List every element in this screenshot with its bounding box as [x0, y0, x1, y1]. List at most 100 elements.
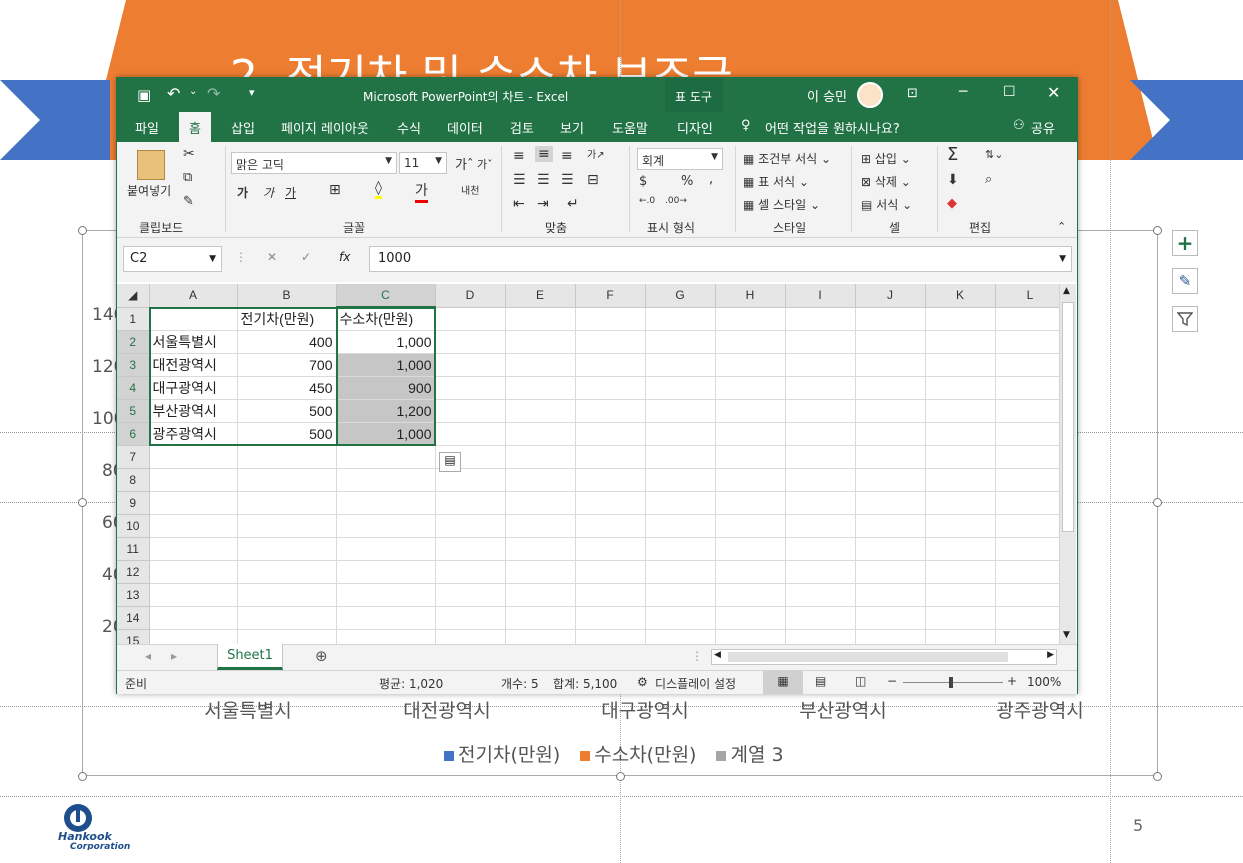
- column-header[interactable]: C: [336, 284, 436, 308]
- zoom-in-icon[interactable]: +: [1007, 674, 1017, 688]
- column-header[interactable]: H: [715, 284, 786, 308]
- cell[interactable]: [237, 445, 337, 469]
- delete-cells-button[interactable]: ⊠ 삭제 ⌄: [861, 173, 911, 190]
- cell[interactable]: [645, 560, 716, 584]
- tab-view[interactable]: 보기: [560, 118, 584, 137]
- comma-icon[interactable]: ,: [709, 172, 713, 187]
- cell[interactable]: [435, 514, 506, 538]
- excel-window[interactable]: ▣ ↶ ⌄ ↷ ▾ Microsoft PowerPoint의 차트 - Exc…: [116, 77, 1078, 694]
- cell[interactable]: [505, 330, 576, 354]
- user-name[interactable]: 이 승민: [807, 86, 847, 105]
- cell[interactable]: [505, 307, 576, 331]
- accounting-icon[interactable]: $: [639, 174, 647, 189]
- borders-icon[interactable]: ⊞: [329, 182, 341, 198]
- conditional-format-button[interactable]: ▦ 조건부 서식 ⌄: [743, 150, 831, 167]
- status-sum[interactable]: 합계: 5,100: [553, 675, 617, 692]
- redo-icon[interactable]: ↷: [207, 84, 220, 103]
- paste-icon[interactable]: [137, 150, 165, 180]
- cell[interactable]: 부산광역시: [149, 399, 238, 423]
- undo-dropdown-icon[interactable]: ⌄: [189, 86, 197, 97]
- row-header[interactable]: 3: [117, 353, 150, 377]
- cell[interactable]: 대전광역시: [149, 353, 238, 377]
- cell[interactable]: [575, 468, 646, 492]
- cell[interactable]: 400: [237, 330, 337, 354]
- column-header[interactable]: L: [995, 284, 1066, 308]
- row-header[interactable]: 5: [117, 399, 150, 423]
- cell[interactable]: [785, 353, 856, 377]
- column-header[interactable]: I: [785, 284, 856, 308]
- cell[interactable]: [435, 353, 506, 377]
- scroll-up-icon[interactable]: ▲: [1063, 286, 1070, 296]
- page-break-view-icon[interactable]: ◫: [855, 674, 866, 688]
- cell[interactable]: [925, 537, 996, 561]
- cell[interactable]: 전기차(만원): [237, 307, 337, 331]
- tab-formulas[interactable]: 수식: [397, 118, 421, 137]
- chart-legend[interactable]: 전기차(만원) 수소차(만원) 계열 3: [444, 740, 784, 767]
- cell[interactable]: [149, 468, 238, 492]
- cell[interactable]: [435, 560, 506, 584]
- cell[interactable]: [925, 583, 996, 607]
- cell[interactable]: [855, 399, 926, 423]
- cell[interactable]: [645, 468, 716, 492]
- font-size-select[interactable]: 11 ▼: [399, 152, 447, 174]
- cell[interactable]: [645, 330, 716, 354]
- wrap-text-icon[interactable]: ↵: [567, 196, 579, 212]
- cell[interactable]: [505, 445, 576, 469]
- ribbon-display-icon[interactable]: ⊡: [907, 86, 918, 101]
- align-top-icon[interactable]: ≡: [513, 148, 525, 164]
- tab-file[interactable]: 파일: [135, 118, 159, 137]
- cell[interactable]: [995, 353, 1066, 377]
- status-count[interactable]: 개수: 5: [501, 675, 539, 692]
- column-header[interactable]: D: [435, 284, 506, 308]
- minimize-button[interactable]: ─: [959, 84, 967, 100]
- tab-help[interactable]: 도움말: [612, 118, 648, 137]
- zoom-slider-thumb[interactable]: [949, 677, 953, 688]
- clear-icon[interactable]: ◆: [947, 196, 957, 211]
- cell[interactable]: [855, 445, 926, 469]
- percent-icon[interactable]: %: [681, 174, 693, 189]
- cell[interactable]: [336, 583, 436, 607]
- cell[interactable]: 광주광역시: [149, 422, 238, 446]
- cell[interactable]: [855, 629, 926, 644]
- enter-icon[interactable]: ✓: [301, 250, 311, 264]
- insert-function-icon[interactable]: fx: [339, 250, 350, 264]
- row-header[interactable]: 8: [117, 468, 150, 492]
- cell[interactable]: [645, 583, 716, 607]
- cell[interactable]: [715, 422, 786, 446]
- cell[interactable]: [575, 491, 646, 515]
- cell[interactable]: [995, 376, 1066, 400]
- cell[interactable]: [149, 537, 238, 561]
- cell[interactable]: [149, 445, 238, 469]
- cell[interactable]: [785, 330, 856, 354]
- worksheet-grid[interactable]: ◢ A B C D E F G H I J K L 1 전기차(만원) 수소차(만원…: [117, 284, 1077, 644]
- cell[interactable]: 500: [237, 399, 337, 423]
- cell[interactable]: [785, 491, 856, 515]
- cell[interactable]: [855, 583, 926, 607]
- resize-handle[interactable]: [1153, 772, 1162, 781]
- cell[interactable]: [435, 330, 506, 354]
- increase-font-icon[interactable]: 가ˆ: [455, 154, 473, 173]
- cell[interactable]: [435, 491, 506, 515]
- cell[interactable]: [855, 491, 926, 515]
- cell[interactable]: [575, 537, 646, 561]
- cell[interactable]: [995, 560, 1066, 584]
- cell[interactable]: [715, 399, 786, 423]
- font-color-icon[interactable]: 가: [415, 180, 428, 203]
- cancel-icon[interactable]: ✕: [267, 250, 277, 264]
- cell[interactable]: [435, 422, 506, 446]
- autosum-icon[interactable]: Σ: [947, 144, 958, 165]
- quick-analysis-icon[interactable]: ▤: [439, 452, 461, 472]
- cell[interactable]: [925, 491, 996, 515]
- cell[interactable]: [645, 629, 716, 644]
- cell[interactable]: 500: [237, 422, 337, 446]
- cell[interactable]: [505, 537, 576, 561]
- tab-review[interactable]: 검토: [510, 118, 534, 137]
- cell[interactable]: [435, 629, 506, 644]
- row-header[interactable]: 15: [117, 629, 150, 644]
- cell[interactable]: [715, 583, 786, 607]
- cell[interactable]: [925, 307, 996, 331]
- cell[interactable]: [785, 468, 856, 492]
- prev-sheet-icon[interactable]: ◂: [145, 649, 151, 663]
- cell[interactable]: [505, 468, 576, 492]
- cell[interactable]: [336, 629, 436, 644]
